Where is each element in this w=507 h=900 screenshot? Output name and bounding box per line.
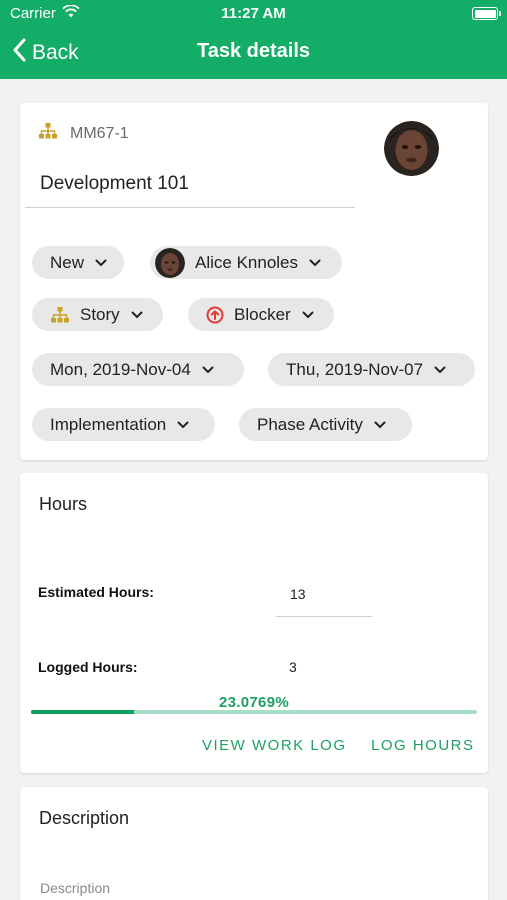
task-title-field[interactable]: Development 101 (25, 157, 355, 208)
battery-icon (472, 7, 501, 20)
priority-chip[interactable]: Blocker (188, 298, 334, 331)
description-card: Description Description (20, 787, 488, 900)
task-id: MM67-1 (38, 122, 129, 145)
progress-bar (31, 710, 477, 714)
avatar[interactable] (384, 121, 439, 176)
activity-chip-label: Phase Activity (257, 414, 363, 434)
end-date-chip[interactable]: Thu, 2019-Nov-07 (268, 353, 475, 386)
hierarchy-icon (38, 122, 58, 145)
start-date-label: Mon, 2019-Nov-04 (50, 359, 191, 379)
log-hours-button[interactable]: LOG HOURS (371, 737, 475, 754)
page-title: Task details (196, 40, 311, 62)
progress-percent: 23.0769% (219, 694, 289, 711)
chevron-down-icon (308, 256, 322, 270)
status-chip[interactable]: New (32, 246, 124, 279)
priority-chip-label: Blocker (234, 304, 291, 324)
chevron-down-icon (373, 418, 387, 432)
logged-hours-label: Logged Hours: (38, 659, 138, 675)
logged-hours-value: 3 (289, 659, 297, 675)
start-date-chip[interactable]: Mon, 2019-Nov-04 (32, 353, 244, 386)
estimated-hours-underline (276, 616, 372, 617)
status-time: 11:27 AM (221, 5, 286, 22)
chevron-down-icon (94, 256, 108, 270)
assignee-avatar (155, 247, 185, 278)
estimated-hours-label: Estimated Hours: (38, 584, 154, 600)
hierarchy-icon (50, 306, 70, 324)
status-chip-label: New (50, 252, 85, 272)
assignee-chip[interactable]: Alice Knnoles (150, 246, 342, 279)
phase-chip-label: Implementation (50, 414, 167, 434)
progress-fill (31, 710, 134, 714)
view-work-log-button[interactable]: VIEW WORK LOG (202, 737, 347, 754)
description-title: Description (39, 808, 130, 828)
app-header: Carrier 11:27 AM Back Task details (0, 0, 507, 79)
assignee-chip-label: Alice Knnoles (195, 252, 299, 272)
description-field[interactable]: Description (40, 880, 110, 896)
type-chip[interactable]: Story (32, 298, 163, 331)
type-chip-label: Story (80, 304, 120, 324)
phase-chip[interactable]: Implementation (32, 408, 215, 441)
task-title-value: Development 101 (40, 173, 189, 194)
priority-up-arrow-icon (206, 306, 224, 324)
chevron-down-icon (201, 363, 215, 377)
chevron-down-icon (433, 363, 447, 377)
hours-card: Hours Estimated Hours: 13 Logged Hours: … (20, 473, 488, 773)
chevron-down-icon (301, 308, 315, 322)
chevron-down-icon (176, 418, 190, 432)
activity-chip[interactable]: Phase Activity (239, 408, 412, 441)
end-date-label: Thu, 2019-Nov-07 (286, 359, 424, 379)
chevron-down-icon (130, 308, 144, 322)
estimated-hours-input[interactable]: 13 (290, 586, 306, 602)
task-id-label: MM67-1 (70, 124, 129, 142)
hours-title: Hours (39, 494, 88, 514)
task-info-card: MM67-1 Development 101 New Alice Knnoles… (20, 103, 488, 460)
